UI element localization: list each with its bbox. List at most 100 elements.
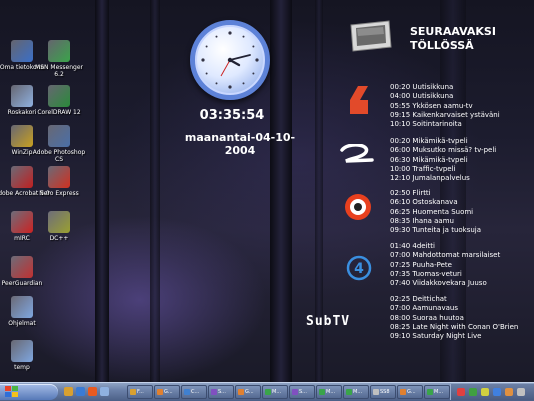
photoshop-icon <box>48 125 70 147</box>
desktop-icon[interactable]: Nero Express <box>30 166 88 197</box>
taskbar-button-label: S... <box>218 389 226 395</box>
taskbar-window-button[interactable]: M... <box>262 385 288 399</box>
taskbar-app-icon <box>157 389 163 395</box>
tray-app-icon[interactable] <box>457 388 465 396</box>
taskbar-window-button[interactable]: G... <box>235 385 261 399</box>
tv-icon <box>349 19 393 53</box>
schedule-item: 08:00 Suoraa huutoa <box>390 313 464 322</box>
desktop-icon[interactable]: Ohjelmat <box>0 296 51 327</box>
channel-schedule: 00:20 Uutisikkuna 04:00 Uutisikkuna 05:55 … <box>390 83 500 129</box>
taskbar-app-icon <box>184 389 190 395</box>
taskbar-button-label: SS8 <box>380 389 390 395</box>
schedule-item: 04:00 Uutisikkuna <box>390 92 454 101</box>
taskbar-window-button[interactable]: S... <box>208 385 234 399</box>
subtv-logo: SubTV <box>306 310 350 329</box>
taskbar-app-icon <box>292 389 298 395</box>
desktop-icon-label: MSN Messenger 6.2 <box>35 64 83 78</box>
desktop-icon[interactable]: PeerGuardian <box>0 256 51 287</box>
taskbar-window-button[interactable]: S... <box>289 385 315 399</box>
tv-guide-heading: SEURAAVAKSI TÖLLÖSSÄ <box>410 25 496 53</box>
tree-trunk <box>150 0 160 382</box>
taskbar-app-icon <box>211 389 217 395</box>
tray-app-icon[interactable] <box>505 388 513 396</box>
tree-trunk <box>95 0 109 382</box>
schedule-item: 10:10 Soitintarinoita <box>390 120 462 129</box>
quicklaunch-desktop-icon[interactable] <box>100 387 109 396</box>
desktop-icon[interactable]: DC++ <box>30 211 88 242</box>
schedule-item: 10:00 Traffic-tvpeli <box>390 164 456 173</box>
schedule-item: 05:55 Ykkösen aamu-tv <box>390 101 473 110</box>
schedule-item: 00:20 Mikämikä-tvpeli <box>390 137 468 145</box>
taskbar-window-button[interactable]: F... <box>127 385 153 399</box>
schedule-item: 07:25 Puuha-Pete <box>390 260 452 269</box>
taskbar-button-label: G... <box>164 389 173 395</box>
clock-time: 03:35:54 <box>199 108 265 123</box>
schedule-item: 07:35 Tuomas-veturi <box>390 269 462 278</box>
desktop-icon-label: DC++ <box>49 235 69 242</box>
folder-icon <box>11 296 33 318</box>
quicklaunch-browser-icon[interactable] <box>64 387 73 396</box>
taskbar-button-label: M... <box>272 389 282 395</box>
schedule-item: 09:15 Kaikenkarvaiset ystäväni <box>390 110 500 119</box>
nelonen-logo: 4 <box>346 255 372 285</box>
taskbar-window-button[interactable]: M... <box>343 385 369 399</box>
schedule-item: 09:30 Tunteita ja tuoksuja <box>390 226 482 235</box>
taskbar-window-button[interactable]: SS8 <box>370 385 396 399</box>
windows-logo-icon <box>5 386 18 397</box>
tray-app-icon[interactable] <box>481 388 489 396</box>
taskbar-app-icon <box>238 389 244 395</box>
taskbar-window-button[interactable]: G... <box>397 385 423 399</box>
taskbar-button-label: F... <box>137 389 144 395</box>
desktop-icon-label: Adobe Photoshop CS <box>32 149 86 163</box>
schedule-item: 08:25 Late Night with Conan O'Brien <box>390 322 519 331</box>
tv-heading-line1: SEURAAVAKSI <box>410 25 496 38</box>
schedule-item: 12:10 Jumalanpalvelus <box>390 174 470 183</box>
yle1-logo <box>348 86 370 118</box>
yle2-logo <box>338 143 374 168</box>
desktop-icon[interactable]: Adobe Photoshop CS <box>30 125 88 163</box>
taskbar-app-icon <box>265 389 271 395</box>
tree-trunk <box>270 0 292 382</box>
taskbar-button-label: M... <box>434 389 444 395</box>
desktop-icon-label: temp <box>14 364 30 371</box>
coreldraw-icon <box>48 85 70 107</box>
system-tray <box>450 384 534 400</box>
schedule-item: 06:30 Mikämikä-tvpeli <box>390 155 468 164</box>
taskbar: F... G... C... S... G... M... S... M... M... SS8 G… <box>0 382 534 401</box>
taskbar-app-icon <box>373 389 379 395</box>
tray-app-icon[interactable] <box>517 388 525 396</box>
schedule-item: 02:25 Deittichat <box>390 295 447 303</box>
svg-text:4: 4 <box>354 261 364 277</box>
taskbar-window-button[interactable]: M... <box>316 385 342 399</box>
taskbar-app-icon <box>130 389 136 395</box>
schedule-item: 06:10 Ostoskanava <box>390 198 458 207</box>
taskbar-window-button[interactable]: C... <box>181 385 207 399</box>
taskbar-button-label: G... <box>407 389 416 395</box>
desktop-icon[interactable]: temp <box>0 340 51 371</box>
taskbar-app-icon <box>427 389 433 395</box>
desktop-icon-label: Nero Express <box>39 190 79 197</box>
schedule-item: 00:20 Uutisikkuna <box>390 83 454 91</box>
desktop-icon[interactable]: CorelDRAW 12 <box>30 85 88 116</box>
channel-schedule: 02:50 Flirtti 06:10 Ostoskanava 06:25 Huom… <box>390 189 481 235</box>
tv-heading-line2: TÖLLÖSSÄ <box>410 39 474 52</box>
subtv-logo-text: SubTV <box>306 314 351 329</box>
channel-schedule: 00:20 Mikämikä-tvpeli 06:00 Muksutko miss… <box>390 137 496 183</box>
quicklaunch-firefox-icon[interactable] <box>88 387 97 396</box>
msn-icon <box>48 40 70 62</box>
channel-schedule: 01:40 4deitti 07:00 Mahdottomat marsilais… <box>390 242 500 288</box>
taskbar-app-icon <box>319 389 325 395</box>
taskbar-window-button[interactable]: M... <box>424 385 450 399</box>
desktop-icon[interactable]: MSN Messenger 6.2 <box>30 40 88 78</box>
schedule-item: 06:00 Muksutko missä? tv-peli <box>390 146 497 155</box>
start-button[interactable] <box>0 384 58 400</box>
tray-app-icon[interactable] <box>493 388 501 396</box>
taskbar-window-button[interactable]: G... <box>154 385 180 399</box>
quicklaunch-ie-icon[interactable] <box>76 387 85 396</box>
taskbar-button-label: S... <box>299 389 307 395</box>
tray-app-icon[interactable] <box>469 388 477 396</box>
desktop[interactable]: Oma tietokone MSN Messenger 6.2 Roskakori C… <box>0 0 534 382</box>
desktop-icon-label: PeerGuardian <box>1 280 43 287</box>
folder-icon <box>11 340 33 362</box>
desktop-icon-label: CorelDRAW 12 <box>37 109 81 116</box>
